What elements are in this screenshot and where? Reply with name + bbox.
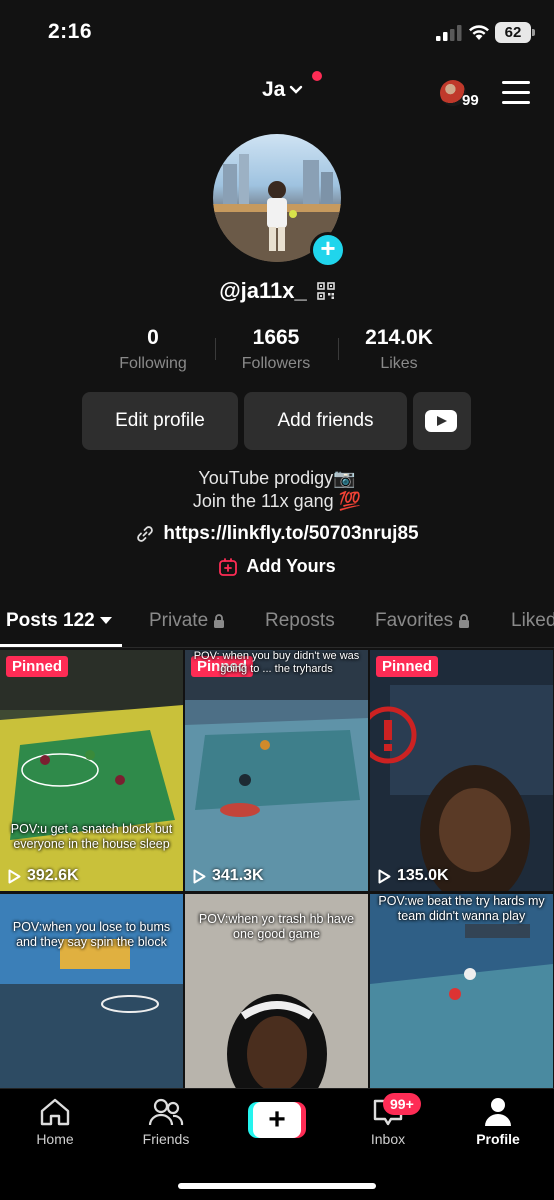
stat-likes[interactable]: 214.0K Likes	[344, 326, 454, 373]
tab-liked-label: Liked	[511, 610, 554, 631]
home-icon	[40, 1098, 70, 1126]
nav-home-label: Home	[36, 1131, 74, 1147]
video-tile[interactable]: Pinned POV: when you buy didn't we was g…	[185, 650, 368, 891]
video-tile[interactable]: POV:when yo trash hb have one good game	[185, 894, 368, 1088]
pinned-badge: Pinned	[6, 656, 69, 677]
add-yours-label: Add Yours	[246, 556, 336, 576]
following-count: 0	[147, 326, 159, 349]
chevron-down-icon	[290, 85, 303, 94]
video-thumbnail	[0, 650, 183, 891]
video-tile[interactable]: POV:when you lose to bums and they say s…	[0, 894, 183, 1088]
profile-link-text: https://linkfly.to/50703nruj85	[163, 523, 419, 544]
add-yours-icon	[219, 557, 238, 576]
cellular-signal-icon	[436, 25, 462, 41]
video-caption: POV: when you buy didn't we was going to…	[193, 650, 360, 675]
inbox-badge: 99+	[383, 1093, 421, 1115]
play-icon	[8, 869, 21, 883]
nav-profile[interactable]: Profile	[458, 1097, 538, 1147]
tab-reposts[interactable]: Reposts	[265, 610, 335, 632]
event-badge[interactable]: 99	[436, 79, 484, 111]
account-switcher[interactable]: Ja	[262, 78, 303, 102]
wifi-icon	[469, 25, 489, 40]
profile-tabs: Posts 122 Private Reposts Favorites Like…	[0, 600, 554, 648]
video-thumbnail	[370, 650, 553, 891]
add-yours[interactable]: Add Yours	[0, 556, 554, 577]
home-indicator	[178, 1183, 376, 1189]
lock-icon	[459, 614, 470, 628]
tab-private[interactable]: Private	[149, 610, 225, 632]
edit-profile-button[interactable]: Edit profile	[82, 392, 238, 450]
play-icon	[193, 869, 206, 883]
video-caption: POV:when yo trash hb have one good game	[198, 912, 355, 941]
lock-icon	[214, 614, 225, 628]
username: @ja11x_	[219, 278, 307, 303]
tab-private-label: Private	[149, 610, 209, 631]
followers-label: Followers	[241, 355, 311, 372]
followers-count: 1665	[252, 326, 300, 349]
profile-icon	[485, 1098, 511, 1126]
nav-friends[interactable]: Friends	[126, 1097, 206, 1147]
video-tile[interactable]: Pinned 135.0K	[370, 650, 553, 891]
bio-line-2: Join the 11x gang 💯	[192, 491, 362, 511]
following-label: Following	[119, 355, 187, 372]
likes-label: Likes	[380, 355, 418, 372]
stat-following[interactable]: 0 Following	[98, 326, 208, 373]
bio-line-1: YouTube prodigy📷	[198, 468, 356, 488]
event-badge-count: 99	[462, 92, 479, 109]
view-count: 341.3K	[193, 867, 264, 885]
qr-code-icon[interactable]	[316, 282, 335, 300]
notification-dot	[312, 71, 322, 81]
account-name: Ja	[262, 78, 286, 101]
nav-friends-label: Friends	[142, 1131, 190, 1147]
plus-icon: +	[253, 1102, 301, 1138]
view-count-value: 392.6K	[27, 867, 79, 884]
nav-inbox-label: Inbox	[370, 1131, 406, 1147]
view-count-value: 341.3K	[212, 867, 264, 884]
tab-reposts-label: Reposts	[265, 610, 335, 631]
view-count-value: 135.0K	[397, 867, 449, 884]
video-tile[interactable]: Pinned POV:u get a snatch block but ever…	[0, 650, 183, 891]
likes-count: 214.0K	[365, 326, 433, 349]
friends-icon	[148, 1098, 184, 1126]
link-icon	[137, 526, 154, 542]
video-caption: POV:when you lose to bums and they say s…	[12, 920, 171, 949]
nav-home[interactable]: Home	[15, 1097, 95, 1147]
active-tab-indicator	[0, 644, 122, 647]
add-friends-button[interactable]: Add friends	[244, 392, 407, 450]
video-tile[interactable]: POV:we beat the try hards my team didn't…	[370, 894, 553, 1088]
tab-favorites[interactable]: Favorites	[375, 610, 470, 632]
stat-divider	[215, 338, 216, 360]
youtube-icon	[425, 410, 457, 432]
tab-posts[interactable]: Posts 122	[6, 610, 112, 632]
tab-posts-label: Posts 122	[6, 610, 95, 631]
profile-link[interactable]: https://linkfly.to/50703nruj85	[0, 523, 554, 545]
video-caption: POV:u get a snatch block but everyone in…	[10, 822, 173, 851]
tab-liked[interactable]: Liked	[511, 610, 554, 632]
add-photo-button[interactable]: +	[310, 232, 346, 268]
stat-followers[interactable]: 1665 Followers	[221, 326, 331, 373]
view-count: 392.6K	[8, 867, 79, 885]
create-post-button[interactable]: +	[248, 1102, 306, 1138]
nav-profile-label: Profile	[476, 1131, 520, 1147]
status-bar: 2:16 62	[0, 0, 554, 66]
play-icon	[378, 869, 391, 883]
profile-stats: 0 Following 1665 Followers 214.0K Likes	[0, 326, 554, 378]
view-count: 135.0K	[378, 867, 449, 885]
status-time: 2:16	[48, 20, 93, 43]
pinned-badge: Pinned	[376, 656, 439, 677]
stat-divider	[338, 338, 339, 360]
battery-indicator: 62	[495, 22, 535, 43]
video-thumbnail	[185, 650, 368, 891]
caret-down-icon	[99, 617, 112, 624]
video-caption: POV:we beat the try hards my team didn't…	[378, 894, 545, 923]
hamburger-menu-icon[interactable]	[502, 81, 530, 105]
tab-favorites-label: Favorites	[375, 610, 454, 631]
